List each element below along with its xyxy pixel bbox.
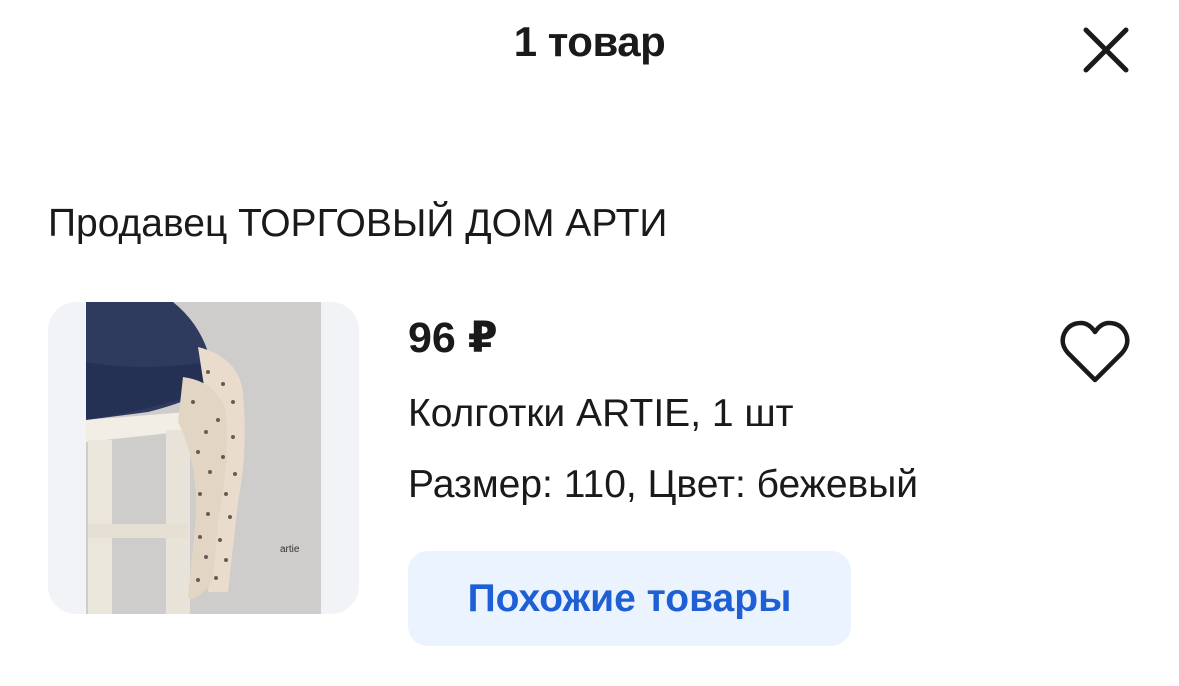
heart-icon	[1060, 320, 1130, 383]
product-photo: artie	[86, 302, 321, 614]
product-attributes: Размер: 110, Цвет: бежевый	[408, 463, 919, 506]
seller-label: Продавец ТОРГОВЫЙ ДОМ АРТИ	[48, 202, 668, 245]
similar-products-button[interactable]: Похожие товары	[408, 551, 851, 646]
favorite-button[interactable]	[1058, 318, 1132, 386]
similar-products-label: Похожие товары	[467, 576, 792, 620]
product-image[interactable]: artie	[48, 302, 359, 614]
modal-header: 1 товар	[0, 0, 1179, 100]
close-button[interactable]	[1076, 20, 1136, 80]
product-price: 96 ₽	[408, 314, 498, 362]
close-icon	[1083, 27, 1129, 73]
product-name[interactable]: Колготки ARTIE, 1 шт	[408, 392, 794, 436]
image-brand-text: artie	[280, 544, 300, 555]
page-title: 1 товар	[513, 18, 666, 65]
